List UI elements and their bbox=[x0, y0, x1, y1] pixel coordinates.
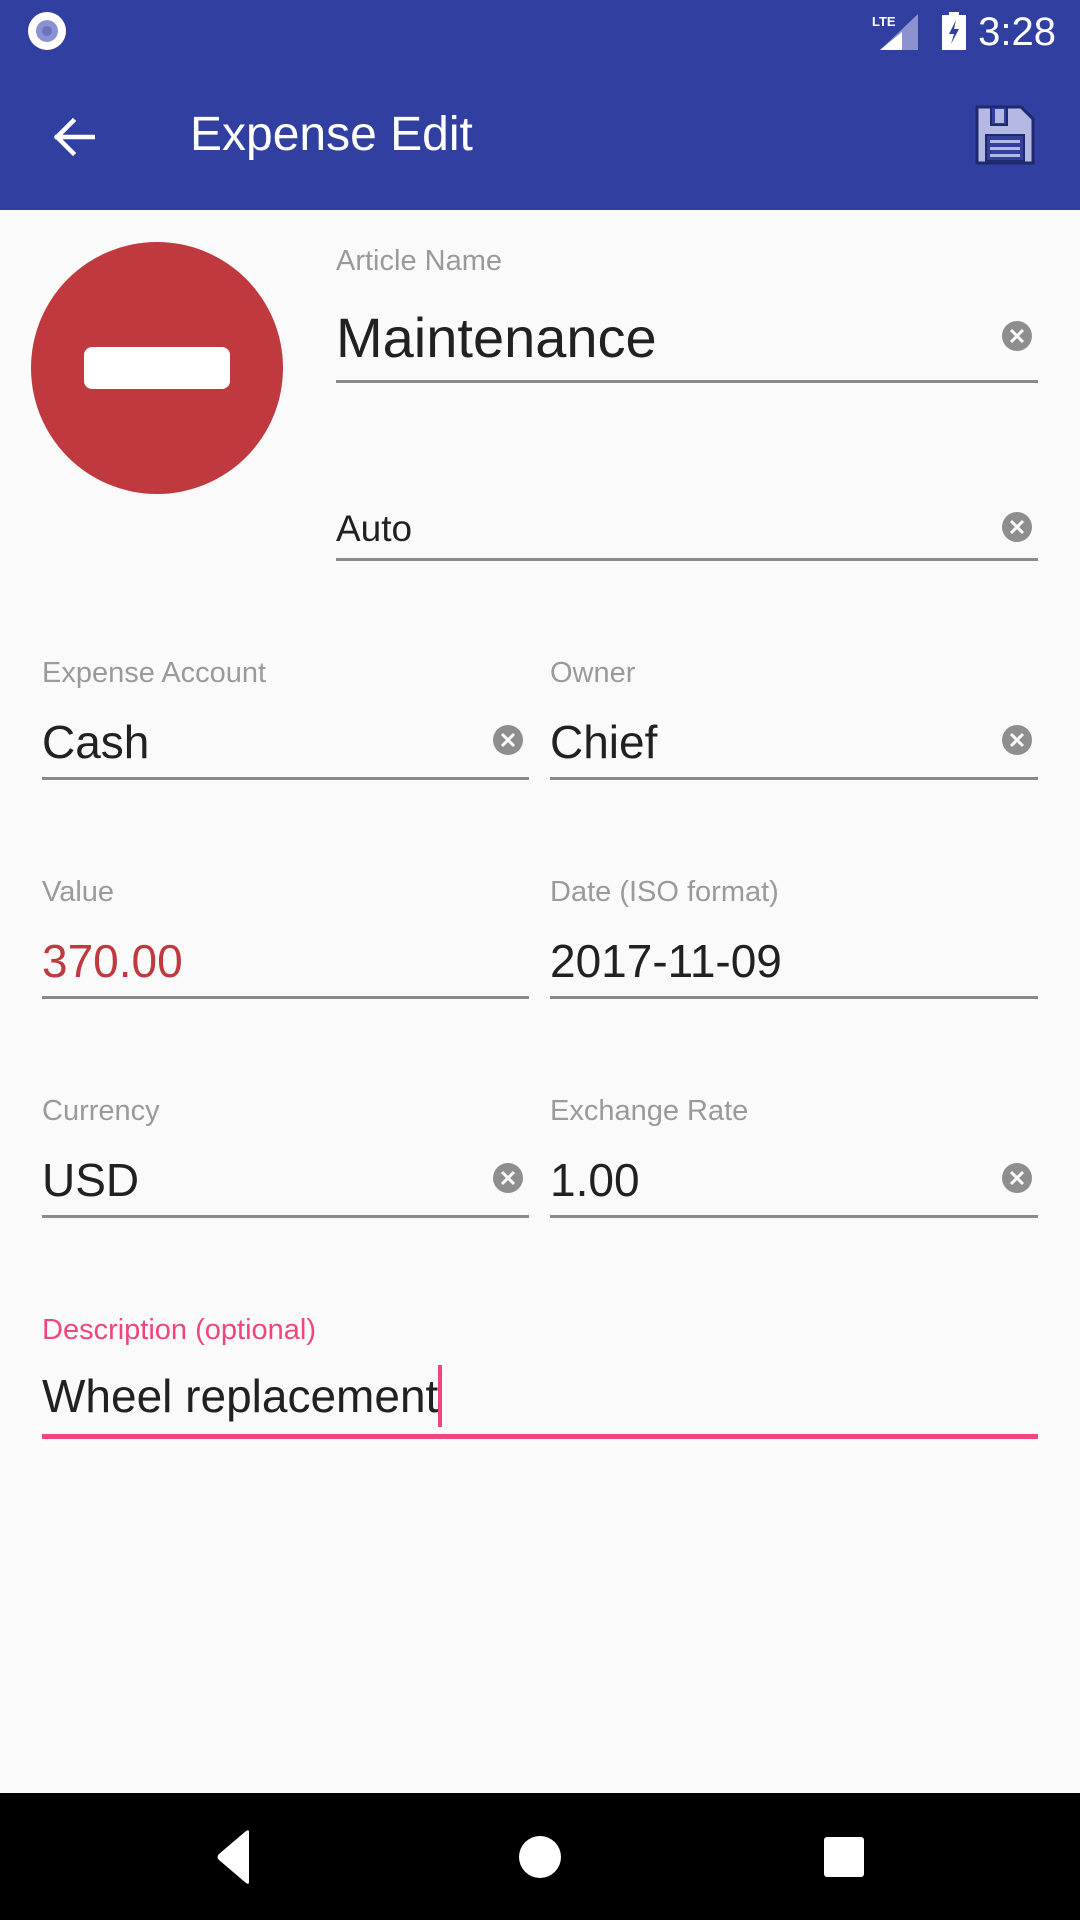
value-label: Value bbox=[42, 876, 115, 908]
app-bar bbox=[0, 63, 1080, 210]
close-icon bbox=[1009, 1170, 1025, 1186]
close-icon bbox=[500, 732, 516, 748]
status-time: 3:28 bbox=[978, 10, 1056, 54]
value-input[interactable]: 370.00 bbox=[42, 935, 183, 987]
text-cursor bbox=[438, 1365, 443, 1427]
date-input[interactable]: 2017-11-09 bbox=[550, 935, 782, 987]
close-icon bbox=[1009, 328, 1025, 344]
currency-input[interactable]: USD bbox=[42, 1154, 139, 1206]
currency-label: Currency bbox=[42, 1095, 160, 1127]
exchange-rate-label: Exchange Rate bbox=[550, 1095, 749, 1127]
arrow-back-icon bbox=[53, 117, 95, 157]
close-icon bbox=[1009, 732, 1025, 748]
page-title: Expense Edit bbox=[190, 108, 473, 161]
floppy-disk-icon bbox=[975, 105, 1035, 165]
value-underline bbox=[42, 996, 529, 999]
category-underline bbox=[336, 558, 1038, 561]
category-input[interactable]: Auto bbox=[336, 508, 412, 550]
description-input[interactable]: Wheel replacement bbox=[42, 1365, 443, 1427]
clear-owner-button[interactable] bbox=[1002, 725, 1032, 755]
exchange-rate-underline bbox=[550, 1215, 1038, 1218]
clear-article-name-button[interactable] bbox=[1002, 321, 1032, 351]
clear-category-button[interactable] bbox=[1002, 512, 1032, 542]
minus-circle-icon bbox=[84, 347, 230, 389]
back-nav-button[interactable] bbox=[206, 1825, 266, 1889]
expense-account-underline bbox=[42, 777, 529, 780]
save-button[interactable] bbox=[970, 100, 1040, 170]
currency-underline bbox=[42, 1215, 529, 1218]
close-icon bbox=[500, 1170, 516, 1186]
article-name-input[interactable]: Maintenance bbox=[336, 306, 657, 370]
article-name-underline bbox=[336, 380, 1038, 383]
owner-input[interactable]: Chief bbox=[550, 716, 657, 768]
navigation-bar bbox=[0, 1793, 1080, 1920]
description-underline bbox=[42, 1434, 1038, 1439]
clear-currency-button[interactable] bbox=[493, 1163, 523, 1193]
date-label: Date (ISO format) bbox=[550, 876, 779, 908]
notification-dot-icon bbox=[28, 12, 66, 50]
description-label: Description (optional) bbox=[42, 1314, 317, 1346]
battery-charging-icon bbox=[942, 12, 966, 50]
owner-label: Owner bbox=[550, 657, 636, 689]
clear-expense-account-button[interactable] bbox=[493, 725, 523, 755]
home-nav-icon bbox=[519, 1836, 561, 1878]
expense-account-label: Expense Account bbox=[42, 657, 267, 689]
exchange-rate-input[interactable]: 1.00 bbox=[550, 1154, 640, 1206]
back-nav-icon bbox=[217, 1830, 249, 1884]
clear-exchange-rate-button[interactable] bbox=[1002, 1163, 1032, 1193]
article-name-label: Article Name bbox=[336, 245, 502, 277]
lte-signal-icon: LTE bbox=[872, 12, 922, 52]
expense-type-badge[interactable] bbox=[31, 242, 283, 494]
home-nav-button[interactable] bbox=[508, 1825, 572, 1889]
description-text: Wheel replacement bbox=[42, 1370, 439, 1422]
back-button[interactable] bbox=[43, 107, 103, 167]
recents-nav-button[interactable] bbox=[812, 1825, 876, 1889]
expense-account-input[interactable]: Cash bbox=[42, 716, 149, 768]
svg-text:LTE: LTE bbox=[872, 14, 896, 29]
owner-underline bbox=[550, 777, 1038, 780]
status-bar: LTE 3:28 bbox=[0, 0, 1080, 63]
close-icon bbox=[1009, 519, 1025, 535]
date-underline bbox=[550, 996, 1038, 999]
recents-nav-icon bbox=[824, 1837, 864, 1877]
